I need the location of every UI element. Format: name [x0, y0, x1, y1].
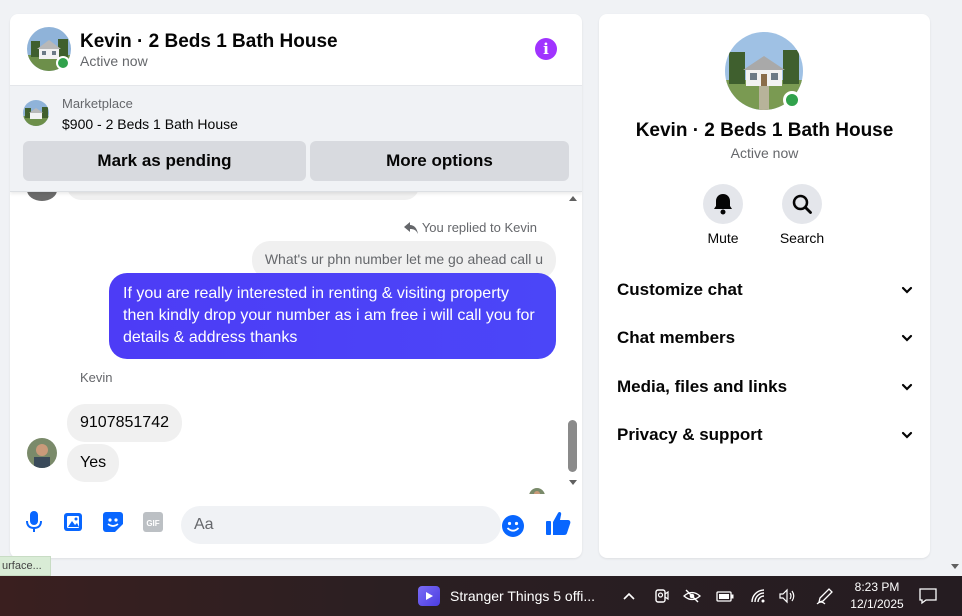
wifi-icon[interactable]	[748, 586, 768, 606]
taskbar-clock[interactable]: 8:23 PM 12/1/2025	[842, 579, 912, 613]
section-privacy-support[interactable]: Privacy & support	[617, 418, 913, 452]
section-label: Customize chat	[617, 280, 743, 299]
clock-date: 12/1/2025	[850, 597, 904, 611]
marketplace-label: Marketplace	[62, 96, 133, 111]
section-chat-members[interactable]: Chat members	[617, 321, 913, 355]
profile-status: Active now	[730, 145, 799, 161]
gif-icon-label: GIF	[146, 519, 159, 528]
section-label: Chat members	[617, 328, 736, 347]
search-button[interactable]: Search	[772, 184, 832, 246]
reply-indicator: You replied to Kevin	[403, 220, 537, 235]
avatar	[27, 192, 57, 201]
volume-icon[interactable]	[778, 586, 798, 606]
battery-icon[interactable]	[715, 586, 735, 606]
pen-icon[interactable]	[815, 586, 835, 606]
profile-name: Kevin · 2 Beds 1 Bath House	[635, 120, 894, 141]
chat-status: Active now	[80, 53, 148, 69]
seen-avatar	[529, 488, 545, 494]
section-label: Privacy & support	[617, 425, 763, 444]
chat-header: Kevin · 2 Beds 1 Bath House Active now i	[10, 14, 582, 86]
section-media-files-links[interactable]: Media, files and links	[617, 370, 913, 404]
chevron-down-icon	[901, 383, 913, 391]
sent-message[interactable]: If you are really interested in renting …	[109, 273, 556, 359]
received-message[interactable]: 9107851742	[67, 404, 182, 442]
taskbar: Stranger Things 5 offi... 8:23 PM 12/1/2…	[0, 576, 962, 616]
composer: GIF	[10, 498, 582, 558]
chat-panel: Kevin · 2 Beds 1 Bath House Active now i…	[10, 14, 582, 558]
reply-icon	[403, 221, 418, 234]
photo-icon[interactable]	[61, 510, 85, 534]
search-icon	[792, 194, 812, 214]
chevron-down-icon	[901, 431, 913, 439]
listing-title[interactable]: $900 - 2 Beds 1 Bath House	[62, 116, 238, 132]
mute-button[interactable]: Mute	[693, 184, 753, 246]
clock-time: 8:23 PM	[854, 580, 900, 594]
chevron-down-icon	[901, 286, 913, 294]
online-indicator	[783, 91, 801, 109]
taskbar-media-label: Stranger Things 5 offi...	[450, 588, 596, 604]
section-customize-chat[interactable]: Customize chat	[617, 273, 913, 307]
online-indicator	[56, 56, 70, 70]
mute-label: Mute	[707, 230, 739, 246]
marketplace-card: Marketplace $900 - 2 Beds 1 Bath House M…	[10, 86, 582, 192]
more-options-button[interactable]: More options	[310, 141, 569, 181]
scroll-down-arrow[interactable]	[569, 480, 577, 485]
play-icon	[418, 586, 440, 606]
received-message[interactable]: Yes	[67, 444, 120, 482]
reply-indicator-label: You replied to Kevin	[421, 220, 537, 235]
page-scroll-down-arrow[interactable]	[951, 564, 959, 569]
message-list: You replied to Kevin What's ur phn numbe…	[10, 192, 582, 494]
chevron-up-icon[interactable]	[619, 586, 639, 606]
microphone-icon[interactable]	[22, 510, 46, 534]
sticker-icon[interactable]	[101, 510, 125, 534]
notification-icon[interactable]	[918, 586, 938, 606]
emoji-icon[interactable]	[501, 514, 525, 538]
chevron-down-icon	[901, 334, 913, 342]
mark-as-pending-button[interactable]: Mark as pending	[23, 141, 306, 181]
gif-icon[interactable]: GIF	[141, 510, 165, 534]
message-input[interactable]	[181, 506, 501, 544]
conversation-info-panel: Kevin · 2 Beds 1 Bath House Active now M…	[599, 14, 930, 558]
status-tooltip: urface...	[0, 556, 51, 576]
thumbs-up-icon[interactable]	[545, 510, 571, 538]
info-icon[interactable]: i	[535, 38, 557, 60]
chat-title[interactable]: Kevin · 2 Beds 1 Bath House	[80, 31, 338, 53]
sender-avatar[interactable]	[27, 438, 57, 468]
message-bubble	[67, 192, 419, 200]
section-label: Media, files and links	[617, 377, 788, 396]
message-scrollbar[interactable]	[566, 192, 580, 492]
camera-icon[interactable]	[651, 586, 671, 606]
scrollbar-thumb[interactable]	[568, 420, 577, 472]
eye-off-icon[interactable]	[682, 586, 702, 606]
taskbar-media-app[interactable]: Stranger Things 5 offi...	[418, 576, 595, 616]
sender-name: Kevin	[80, 370, 113, 385]
search-label: Search	[779, 230, 825, 246]
bell-icon	[714, 194, 732, 215]
listing-thumbnail[interactable]	[23, 100, 49, 126]
scroll-up-arrow[interactable]	[569, 196, 577, 201]
